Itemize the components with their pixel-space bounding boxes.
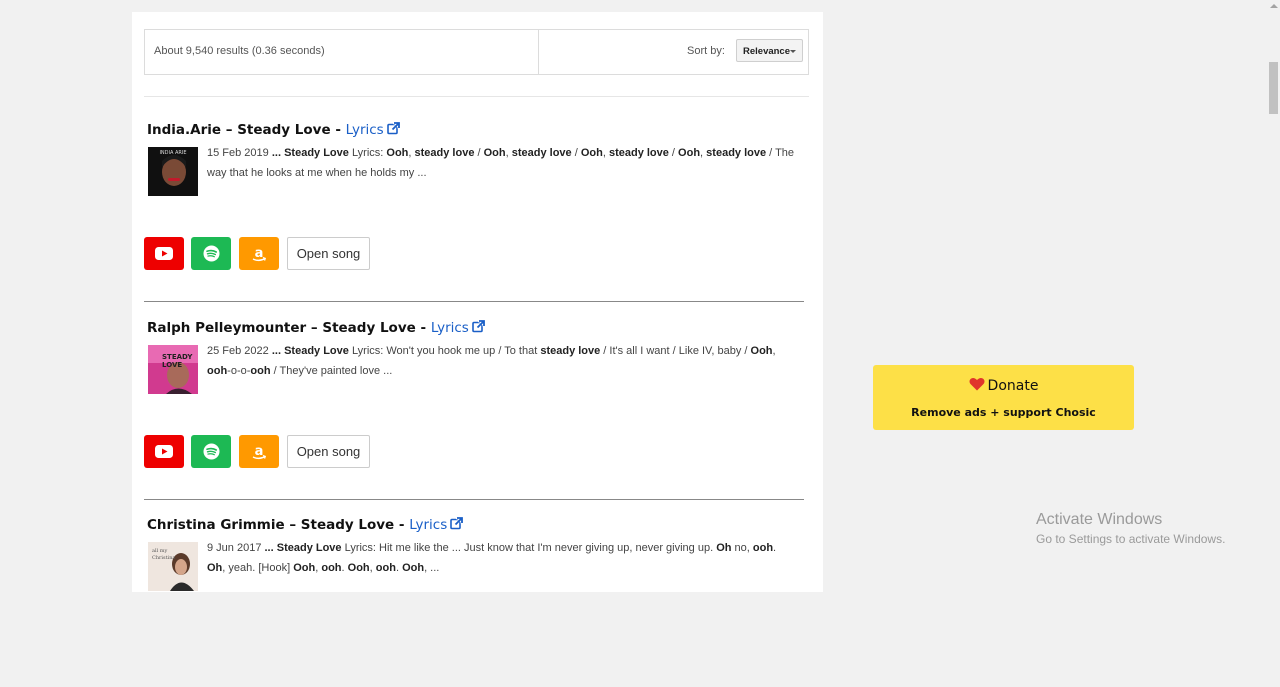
external-link-icon <box>450 517 464 530</box>
sort-select[interactable]: Relevance <box>736 39 803 62</box>
result-divider <box>144 301 804 302</box>
svg-text:LOVE: LOVE <box>162 361 182 369</box>
amazon-button[interactable]: a <box>239 435 279 468</box>
sort-label: Sort by: <box>687 45 725 57</box>
result-item: India.Arie – Steady Love - Lyrics INDIA … <box>144 122 804 292</box>
svg-text:INDIA ARIE: INDIA ARIE <box>159 150 186 156</box>
svg-text:all my: all my <box>152 548 168 554</box>
amazon-button[interactable]: a <box>239 237 279 270</box>
open-song-button[interactable]: Open song <box>287 435 370 468</box>
activation-watermark: Activate Windows Go to Settings to activ… <box>1036 511 1225 546</box>
youtube-icon <box>155 247 173 260</box>
youtube-button[interactable] <box>144 237 184 270</box>
donate-button[interactable]: Donate Remove ads + support Chosic <box>873 365 1134 430</box>
scroll-up-icon[interactable] <box>1270 4 1278 8</box>
heart-icon <box>969 377 985 391</box>
result-snippet: 25 Feb 2022 ... Steady Love Lyrics: Won'… <box>207 345 776 377</box>
song-title: Christina Grimmie – Steady Love <box>147 517 395 533</box>
amazon-icon: a <box>252 246 267 261</box>
external-link-icon <box>472 320 485 333</box>
spotify-button[interactable] <box>191 435 231 468</box>
svg-text:Christina: Christina <box>152 555 175 561</box>
result-snippet: 15 Feb 2019 ... Steady Love Lyrics: Ooh,… <box>207 147 795 179</box>
youtube-button[interactable] <box>144 435 184 468</box>
album-cover[interactable]: STEADY LOVE <box>148 345 198 394</box>
svg-text:STEADY: STEADY <box>162 353 193 361</box>
album-cover[interactable]: INDIA ARIE <box>148 147 198 196</box>
result-title: Ralph Pelleymounter – Steady Love - Lyri… <box>147 320 485 336</box>
svg-text:a: a <box>255 246 264 261</box>
results-toolbar: About 9,540 results (0.36 seconds) Sort … <box>144 29 809 75</box>
divider <box>144 96 809 97</box>
result-title: India.Arie – Steady Love - Lyrics <box>147 122 400 138</box>
amazon-icon: a <box>252 444 267 459</box>
watermark-subtitle: Go to Settings to activate Windows. <box>1036 532 1226 546</box>
lyrics-link[interactable]: Lyrics <box>409 517 464 533</box>
result-divider <box>144 499 804 500</box>
spotify-icon <box>203 443 219 460</box>
result-item: Christina Grimmie – Steady Love - Lyrics… <box>144 517 804 687</box>
svg-text:a: a <box>255 444 264 459</box>
results-count: About 9,540 results (0.36 seconds) <box>154 45 325 57</box>
result-snippet: 9 Jun 2017 ... Steady Love Lyrics: Hit m… <box>207 542 777 574</box>
external-link-icon <box>386 122 400 135</box>
spotify-button[interactable] <box>191 237 231 270</box>
song-title: Ralph Pelleymounter – Steady Love <box>147 320 416 336</box>
lyrics-link[interactable]: Lyrics <box>346 122 400 138</box>
sort-select-value: Relevance <box>743 46 791 57</box>
search-results-panel: About 9,540 results (0.36 seconds) Sort … <box>132 12 823 592</box>
open-song-button[interactable]: Open song <box>287 237 370 270</box>
scrollbar[interactable] <box>1267 0 1280 579</box>
youtube-icon <box>155 445 173 458</box>
spotify-icon <box>203 245 219 262</box>
result-item: Ralph Pelleymounter – Steady Love - Lyri… <box>144 320 804 490</box>
chevron-down-icon <box>790 50 796 53</box>
donate-title: Donate <box>873 377 1134 394</box>
album-cover[interactable]: all my Christina <box>148 542 198 591</box>
scrollbar-thumb[interactable] <box>1269 62 1278 114</box>
donate-subtitle: Remove ads + support Chosic <box>911 406 1096 419</box>
watermark-title: Activate Windows <box>1036 511 1163 528</box>
song-title: India.Arie – Steady Love <box>147 122 331 138</box>
lyrics-link[interactable]: Lyrics <box>431 320 485 336</box>
toolbar-divider <box>538 30 539 74</box>
result-title: Christina Grimmie – Steady Love - Lyrics <box>147 517 464 533</box>
